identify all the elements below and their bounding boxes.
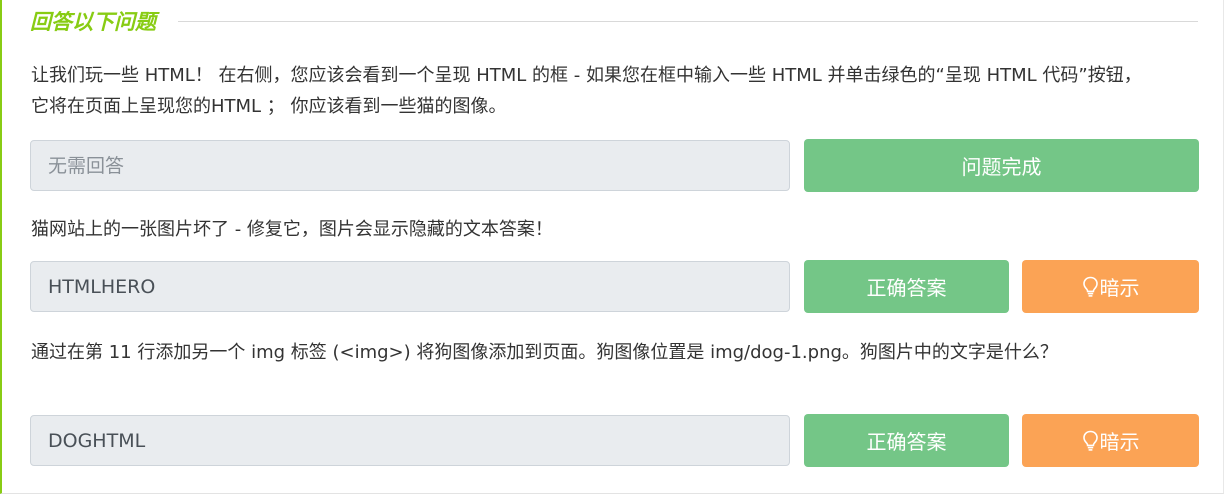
question-3-hint-label: 暗示: [1099, 430, 1140, 454]
question-2-answer-field[interactable]: [30, 261, 790, 312]
task-panel: 回答以下问题 让我们玩一些 HTML！ 在右侧，您应该会看到一个呈现 HTML …: [0, 0, 1224, 494]
question-2-hint-label: 暗示: [1099, 276, 1140, 300]
question-1-text: 让我们玩一些 HTML！ 在右侧，您应该会看到一个呈现 HTML 的框 - 如果…: [31, 65, 1142, 117]
question-2-text: 猫网站上的一张图片坏了 - 修复它，图片会显示隐藏的文本答案！: [31, 219, 553, 240]
question-1-complete-button[interactable]: 问题完成: [804, 139, 1199, 192]
lightbulb-icon: [1082, 430, 1098, 451]
question-2-hint-button[interactable]: 暗示: [1022, 260, 1199, 313]
question-2-correct-answer-button[interactable]: 正确答案: [804, 260, 1009, 313]
section-divider: [178, 20, 1198, 22]
section-header: 回答以下问题: [30, 6, 1198, 36]
question-3-correct-answer-button[interactable]: 正确答案: [804, 414, 1009, 467]
section-title: 回答以下问题: [30, 9, 156, 34]
question-1-answer-field[interactable]: [30, 140, 790, 191]
lightbulb-icon: [1082, 276, 1098, 297]
question-3-answer-field[interactable]: [30, 415, 790, 466]
question-3-hint-button[interactable]: 暗示: [1022, 414, 1199, 467]
question-3-text: 通过在第 11 行添加另一个 img 标签 (<img>) 将狗图像添加到页面。…: [31, 342, 1058, 363]
